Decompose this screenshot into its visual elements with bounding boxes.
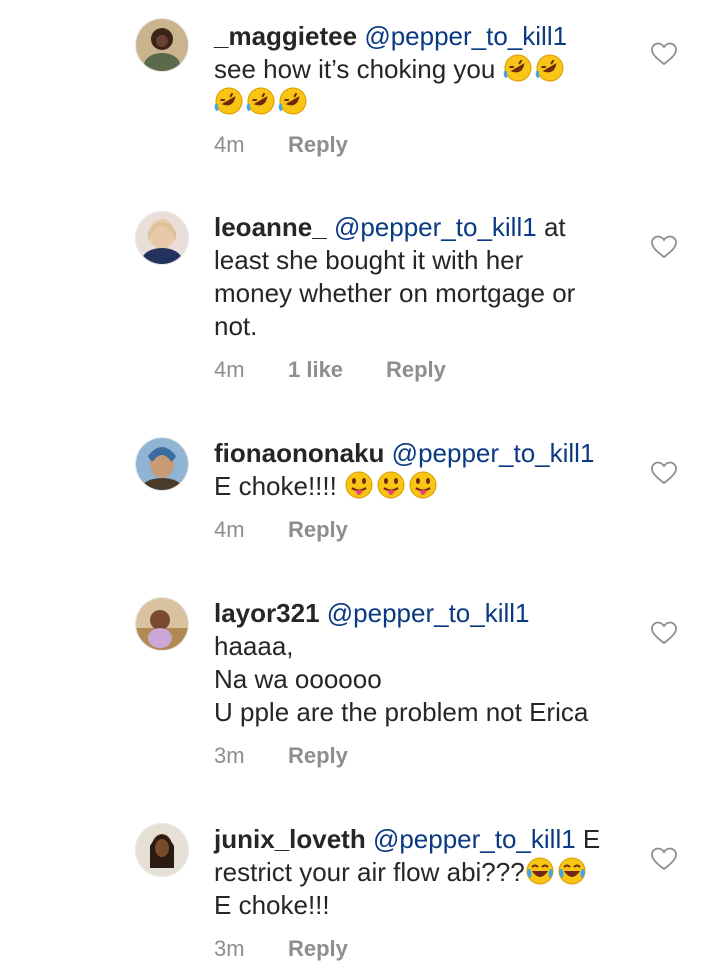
rolling-laughing-emoji-icon xyxy=(278,87,307,115)
comment-time: 4m xyxy=(214,517,245,542)
reply-button[interactable]: Reply xyxy=(386,356,446,384)
comment-meta: 4m 1 like Reply xyxy=(214,356,446,384)
comment-time: 3m xyxy=(214,743,245,768)
comment-text: E choke!!! xyxy=(214,890,330,920)
avatar[interactable] xyxy=(136,438,188,490)
comment-text: Na wa oooooo xyxy=(214,664,382,694)
heart-icon[interactable] xyxy=(651,42,677,66)
tongue-emoji-icon xyxy=(377,471,405,499)
tongue-emoji-icon xyxy=(345,471,373,499)
reply-button[interactable]: Reply xyxy=(288,935,348,963)
mention-link[interactable]: @pepper_to_kill1 xyxy=(327,598,530,628)
mention-link[interactable]: @pepper_to_kill1 xyxy=(334,212,537,242)
comment-body: layor321 @pepper_to_kill1 haaaa, Na wa o… xyxy=(214,597,614,729)
comment-body: junix_loveth @pepper_to_kill1 E restrict… xyxy=(214,823,614,922)
comment-text: money whether on mortgage or xyxy=(214,278,576,308)
comment-text: haaaa, xyxy=(214,631,294,661)
avatar[interactable] xyxy=(136,19,188,71)
mention-link[interactable]: @pepper_to_kill1 xyxy=(373,824,576,854)
heart-icon[interactable] xyxy=(651,847,677,871)
comment-body: fionaononaku @pepper_to_kill1 E choke!!!… xyxy=(214,437,614,503)
comment-text: E xyxy=(582,824,601,854)
username[interactable]: _maggietee xyxy=(214,21,357,51)
comment-text: least she bought it with her xyxy=(214,245,524,275)
comment-text: E choke!!!! xyxy=(214,471,337,501)
comment-meta: 3m Reply xyxy=(214,935,348,963)
username[interactable]: leoanne_ xyxy=(214,212,327,242)
comment-text: see how it’s choking you xyxy=(214,54,496,84)
username[interactable]: fionaononaku xyxy=(214,438,384,468)
mention-link[interactable]: @pepper_to_kill1 xyxy=(392,438,595,468)
rolling-laughing-emoji-icon xyxy=(214,87,243,115)
comment-time: 3m xyxy=(214,936,245,961)
reply-button[interactable]: Reply xyxy=(288,131,348,159)
rolling-laughing-emoji-icon xyxy=(246,87,275,115)
comment-meta: 4m Reply xyxy=(214,131,348,159)
comment-time: 4m xyxy=(214,357,245,382)
tears-of-joy-emoji-icon xyxy=(558,857,586,885)
mention-link[interactable]: @pepper_to_kill1 xyxy=(364,21,567,51)
tears-of-joy-emoji-icon xyxy=(526,857,554,885)
rolling-laughing-emoji-icon xyxy=(503,54,532,82)
avatar[interactable] xyxy=(136,824,188,876)
comment-body: leoanne_ @pepper_to_kill1 at least she b… xyxy=(214,211,614,343)
comment-meta: 3m Reply xyxy=(214,742,348,770)
comment-text: restrict your air flow abi??? xyxy=(214,857,525,887)
comment-text: U pple are the problem not Erica xyxy=(214,697,589,727)
comment-meta: 4m Reply xyxy=(214,516,348,544)
heart-icon[interactable] xyxy=(651,621,677,645)
avatar[interactable] xyxy=(136,598,188,650)
reply-button[interactable]: Reply xyxy=(288,742,348,770)
rolling-laughing-emoji-icon xyxy=(535,54,564,82)
heart-icon[interactable] xyxy=(651,235,677,259)
username[interactable]: layor321 xyxy=(214,598,320,628)
comment-text: not. xyxy=(214,311,258,341)
avatar[interactable] xyxy=(136,212,188,264)
tongue-emoji-icon xyxy=(409,471,437,499)
comment-body: _maggietee @pepper_to_kill1 see how it’s… xyxy=(214,20,614,119)
heart-icon[interactable] xyxy=(651,461,677,485)
comment-time: 4m xyxy=(214,132,245,157)
username[interactable]: junix_loveth xyxy=(214,824,366,854)
reply-button[interactable]: Reply xyxy=(288,516,348,544)
comment-text: at xyxy=(543,212,566,242)
likes-count-button[interactable]: 1 like xyxy=(288,356,386,384)
